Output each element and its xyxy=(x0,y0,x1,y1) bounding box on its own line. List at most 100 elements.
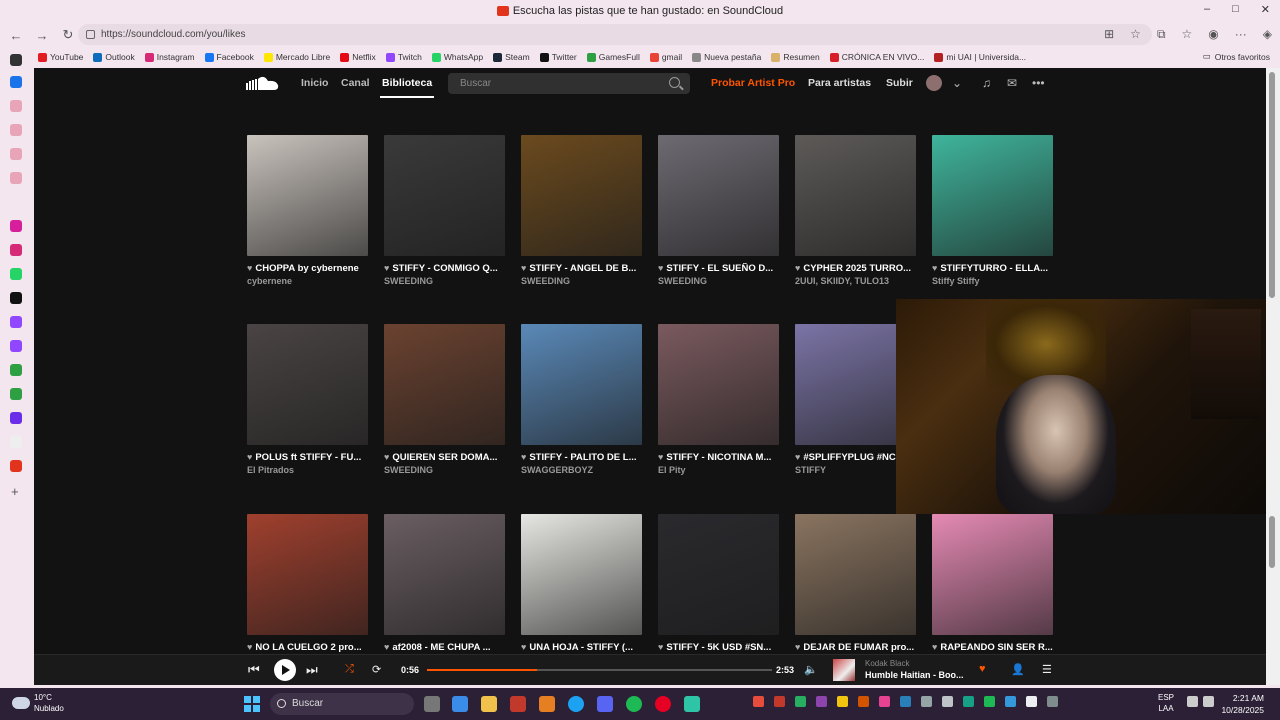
copilot-app-icon[interactable] xyxy=(452,696,468,712)
tray-app-icon[interactable] xyxy=(1026,696,1037,707)
bookmark-item[interactable]: gmail xyxy=(649,52,682,62)
sidebar-app-icon[interactable] xyxy=(10,364,22,376)
volume-icon[interactable]: 🔈 xyxy=(804,663,818,676)
bookmark-item[interactable]: Steam xyxy=(493,52,530,62)
liked-heart-icon[interactable]: ♥ xyxy=(521,642,526,652)
search-icon[interactable] xyxy=(669,77,680,88)
close-window-button[interactable]: ✕ xyxy=(1261,3,1270,16)
track-tile[interactable]: ♥ CYPHER 2025 TURRO... 2UUI, SKIIDY, TULO1… xyxy=(795,135,916,286)
tray-app-icon[interactable] xyxy=(753,696,764,707)
track-title[interactable]: STIFFY - EL SUEÑO D... xyxy=(666,263,773,274)
tray-app-icon[interactable] xyxy=(774,696,785,707)
sidebar-app-icon[interactable] xyxy=(10,244,22,256)
track-title[interactable]: STIFFY - NICOTINA M... xyxy=(666,452,771,463)
sidebar-app-icon[interactable] xyxy=(10,148,22,160)
track-tile[interactable]: ♥ af2008 - ME CHUPA ... xyxy=(384,514,505,655)
bookmark-item[interactable]: Netflix xyxy=(340,52,376,62)
track-artwork[interactable] xyxy=(247,135,368,256)
address-bar[interactable]: https://soundcloud.com/you/likes xyxy=(78,24,1152,45)
liked-heart-icon[interactable]: ♥ xyxy=(932,263,937,273)
liked-heart-icon[interactable]: ♥ xyxy=(658,642,663,652)
track-tile[interactable]: ♥ STIFFY - 5K USD #SN... xyxy=(658,514,779,655)
track-artwork[interactable] xyxy=(658,324,779,445)
track-title[interactable]: UNA HOJA - STIFFY (... xyxy=(529,642,633,653)
tray-app-icon[interactable] xyxy=(921,696,932,707)
other-favorites[interactable]: ▭ Otros favoritos xyxy=(1203,51,1270,62)
tray-app-icon[interactable] xyxy=(984,696,995,707)
track-artist[interactable]: SWEEDING xyxy=(384,465,505,475)
track-artwork[interactable] xyxy=(932,135,1053,256)
liked-heart-icon[interactable]: ♥ xyxy=(932,642,937,652)
back-icon[interactable]: ← xyxy=(6,28,26,43)
bookmark-item[interactable]: Nueva pestaña xyxy=(692,52,761,62)
tray-app-icon[interactable] xyxy=(879,696,890,707)
sidebar-app-icon[interactable] xyxy=(10,292,22,304)
upload-link[interactable]: Subir xyxy=(886,77,913,89)
bookmark-item[interactable]: GamesFull xyxy=(586,52,640,62)
tray-app-icon[interactable] xyxy=(963,696,974,707)
app-icon[interactable] xyxy=(510,696,526,712)
sidebar-app-icon[interactable] xyxy=(10,268,22,280)
more-options-icon[interactable]: ••• xyxy=(1032,76,1045,90)
track-artwork[interactable] xyxy=(521,514,642,635)
track-artwork[interactable] xyxy=(384,135,505,256)
track-artist[interactable]: El Pitrados xyxy=(247,465,368,475)
file-explorer-icon[interactable] xyxy=(481,696,497,712)
sidebar-app-icon[interactable] xyxy=(10,460,22,472)
page-scrollbar[interactable] xyxy=(1266,68,1280,685)
track-artist[interactable]: SWAGGERBOYZ xyxy=(521,465,642,475)
sidebar-app-icon[interactable] xyxy=(10,220,22,232)
sidebar-app-icon[interactable] xyxy=(10,124,22,136)
bookmark-item[interactable]: Facebook xyxy=(204,52,254,62)
track-artwork[interactable] xyxy=(247,514,368,635)
track-title[interactable]: af2008 - ME CHUPA ... xyxy=(392,642,490,653)
now-playing-title[interactable]: Humble Haitian - Boo... xyxy=(865,670,964,680)
bookmark-item[interactable]: Outlook xyxy=(93,52,135,62)
sidebar-app-icon[interactable] xyxy=(10,100,22,112)
track-tile[interactable]: ♥ POLUS ft STIFFY - FU... El Pitrados xyxy=(247,324,368,475)
progress-bar[interactable] xyxy=(427,669,772,671)
minimize-button[interactable]: – xyxy=(1204,3,1210,16)
sidebar-app-icon[interactable] xyxy=(10,436,22,448)
weather-widget[interactable]: 10°C Nublado xyxy=(12,692,64,714)
tray-app-icon[interactable] xyxy=(858,696,869,707)
track-artwork[interactable] xyxy=(521,324,642,445)
tray-app-icon[interactable] xyxy=(942,696,953,707)
track-tile[interactable]: ♥ STIFFYTURRO - ELLA... Stiffy Stiffy xyxy=(932,135,1053,286)
try-artist-pro-link[interactable]: Probar Artist Pro xyxy=(711,77,795,89)
liked-heart-icon[interactable]: ♥ xyxy=(795,642,800,652)
extensions-icon[interactable]: ⧉ xyxy=(1157,27,1166,42)
track-title[interactable]: CYPHER 2025 TURRO... xyxy=(803,263,911,274)
bookmark-item[interactable]: YouTube xyxy=(38,52,83,62)
wifi-icon[interactable] xyxy=(1187,696,1198,707)
follow-user-icon[interactable]: 👤 xyxy=(1011,663,1025,676)
liked-heart-icon[interactable]: ♥ xyxy=(521,452,526,462)
like-heart-icon[interactable]: ♥ xyxy=(979,663,986,675)
clock[interactable]: 2:21 AM 10/28/2025 xyxy=(1221,692,1264,716)
nav-library[interactable]: Biblioteca xyxy=(382,77,432,89)
track-tile[interactable]: ♥ STIFFY - ANGEL DE B... SWEEDING xyxy=(521,135,642,286)
tray-app-icon[interactable] xyxy=(816,696,827,707)
liked-heart-icon[interactable]: ♥ xyxy=(658,263,663,273)
track-artist[interactable]: cybernene xyxy=(247,276,368,286)
track-tile[interactable]: ♥ STIFFY - PALITO DE L... SWAGGERBOYZ xyxy=(521,324,642,475)
track-title[interactable]: NO LA CUELGO 2 pro... xyxy=(255,642,361,653)
liked-heart-icon[interactable]: ♥ xyxy=(795,263,800,273)
track-tile[interactable]: ♥ DEJAR DE FUMAR pro... xyxy=(795,514,916,655)
track-title[interactable]: RAPEANDO SIN SER R... xyxy=(940,642,1052,653)
liked-heart-icon[interactable]: ♥ xyxy=(384,263,389,273)
now-playing-artwork[interactable] xyxy=(833,659,855,681)
for-artists-link[interactable]: Para artistas xyxy=(808,77,871,89)
track-title[interactable]: STIFFY - PALITO DE L... xyxy=(529,452,636,463)
scrollbar-thumb[interactable] xyxy=(1269,516,1275,568)
bookmark-item[interactable]: Resumen xyxy=(771,52,820,62)
sidebar-app-icon[interactable] xyxy=(10,340,22,352)
tray-app-icon[interactable] xyxy=(837,696,848,707)
language-indicator[interactable]: ESP LAA xyxy=(1158,692,1174,714)
pinterest-icon[interactable] xyxy=(655,696,671,712)
track-artwork[interactable] xyxy=(384,514,505,635)
track-tile[interactable]: ♥ CHOPPA by cybernene cybernene xyxy=(247,135,368,286)
track-title[interactable]: STIFFY - CONMIGO Q... xyxy=(392,263,497,274)
track-title[interactable]: #SPLIFFYPLUG #NC... xyxy=(803,452,903,463)
tray-app-icon[interactable] xyxy=(900,696,911,707)
